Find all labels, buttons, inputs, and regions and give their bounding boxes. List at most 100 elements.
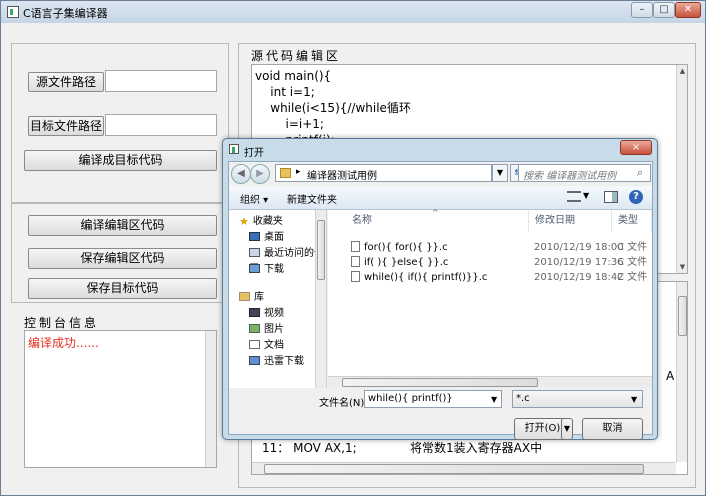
file-row[interactable]: if( ){ }else{ }}.c 2010/12/19 17:36 C 文件 [328,255,652,270]
code-line: void main(){ [255,69,332,83]
file-type: C 文件 [617,272,648,283]
dialog-close-button[interactable]: × [620,140,652,155]
main-window: C语言子集编译器 – □ ✕ 源文件路径 目标文件路径 编译成目标代码 编译编辑… [0,0,706,496]
file-name: while(){ if(){ printf()}}.c [351,270,487,285]
cancel-button[interactable]: 取消 [582,418,643,440]
preview-pane-icon[interactable] [604,191,618,203]
output-vscrollbar[interactable] [676,282,687,462]
open-dropdown-icon[interactable]: ▼ [561,418,573,440]
minimize-button[interactable]: – [631,2,653,18]
dialog-toolbar: 组织 ▾ 新建文件夹 ▼ ? [229,186,652,210]
nav-libraries[interactable]: 库 [239,290,264,306]
nav-favorites[interactable]: ★ 收藏夹 [239,214,283,230]
address-bar[interactable]: ▸ 编译器测试用例 [275,164,492,182]
nav-videos[interactable]: 视频 [249,306,284,322]
c-file-icon [351,256,360,267]
source-path-input[interactable] [105,70,217,92]
output-partial-text: A [666,369,675,383]
filename-label: 文件名(N): [319,398,368,409]
dialog-icon [229,144,239,154]
output-hscroll-thumb[interactable] [264,464,644,474]
file-row[interactable]: for(){ for(){ }}.c 2010/12/19 18:00 C 文件 [328,240,652,255]
downloads-icon [249,264,260,273]
nav-scrollbar[interactable] [315,210,326,388]
address-path: 编译器测试用例 [307,171,377,182]
file-type-filter[interactable]: *.c ▼ [512,390,643,408]
file-list-hscroll-thumb[interactable] [342,378,538,387]
save-editor-button[interactable]: 保存编辑区代码 [28,248,217,269]
library-icon [239,292,250,301]
scroll-down-icon[interactable]: ▼ [677,261,687,273]
address-dropdown-icon[interactable]: ▼ [492,164,508,182]
console-title: 控制台信息 [24,316,100,330]
compile-target-button[interactable]: 编译成目标代码 [24,150,217,171]
star-icon: ★ [239,215,249,228]
search-placeholder: 搜索 编译器测试用例 [523,171,617,182]
compile-editor-button[interactable]: 编译编辑区代码 [28,215,217,236]
scroll-up-icon[interactable]: ▲ [677,65,687,77]
file-date: 2010/12/19 18:42 [534,272,624,283]
open-file-dialog: 打开 × ◀ ▶ ▸ 编译器测试用例 ▼ ⇆ 搜索 编译器测试用例 ⌕ 组织 ▾… [222,138,658,440]
thunder-download-icon [249,356,260,365]
dialog-title: 打开 [244,148,264,159]
file-type: C 文件 [617,242,648,253]
target-path-input[interactable] [105,114,217,136]
nav-desktop[interactable]: 桌面 [249,230,284,246]
back-button[interactable]: ◀ [231,164,251,184]
console-scrollbar[interactable] [205,331,216,467]
nav-scroll-thumb[interactable] [317,220,325,280]
save-target-button[interactable]: 保存目标代码 [28,278,217,299]
new-folder-button[interactable]: 新建文件夹 [287,191,337,206]
documents-icon [249,340,260,349]
nav-pictures[interactable]: 图片 [249,322,284,338]
forward-button[interactable]: ▶ [250,164,270,184]
nav-thunder-downloads[interactable]: 迅雷下载 [249,354,304,370]
file-name: for(){ for(){ }}.c [351,240,448,255]
target-path-button[interactable]: 目标文件路径 [28,116,104,136]
navigation-pane: ★收藏夹 桌面 最近访问的位置 下载 库 视频 图片 文档 迅雷下载 [229,210,327,388]
desktop-icon [249,232,260,241]
filename-input[interactable]: while(){ printf()} ▼ [364,390,502,408]
file-date: 2010/12/19 18:00 [534,242,624,253]
c-file-icon [351,241,360,252]
close-button[interactable]: ✕ [675,2,701,18]
app-icon [7,6,19,18]
file-list: 名称 ^ 修改日期 类型 for(){ for(){ }}.c 2010/12/… [328,208,652,388]
file-date: 2010/12/19 17:36 [534,257,624,268]
output-hscrollbar[interactable] [252,462,676,474]
help-icon[interactable]: ? [629,190,643,204]
search-icon[interactable]: ⌕ [637,166,643,180]
filename-dropdown-icon[interactable]: ▼ [491,392,497,408]
search-input[interactable]: 搜索 编译器测试用例 ⌕ [518,164,651,182]
code-line: int i=1; [255,85,315,99]
nav-downloads[interactable]: 下载 [249,262,284,278]
pictures-icon [249,324,260,333]
view-dropdown-icon[interactable]: ▼ [583,191,589,200]
c-file-icon [351,271,360,282]
column-type[interactable]: 类型 [612,210,652,232]
video-icon [249,308,260,317]
output-line: 11： MOV AX,1; 将常数1装入寄存器AX中 [262,441,543,455]
title-bar[interactable]: C语言子集编译器 – □ ✕ [1,1,705,23]
file-list-hscrollbar[interactable] [328,376,652,388]
file-type: C 文件 [617,257,648,268]
file-row[interactable]: while(){ if(){ printf()}}.c 2010/12/19 1… [328,270,652,285]
column-date[interactable]: 修改日期 [529,210,612,232]
file-name: if( ){ }else{ }}.c [351,255,448,270]
sort-arrow-icon: ^ [432,208,439,217]
organize-menu[interactable]: 组织 ▾ [240,191,268,206]
console-message: 编译成功...... [28,336,99,350]
dialog-body: ◀ ▶ ▸ 编译器测试用例 ▼ ⇆ 搜索 编译器测试用例 ⌕ 组织 ▾ 新建文件… [228,161,653,440]
source-path-button[interactable]: 源文件路径 [28,72,104,92]
editor-scrollbar[interactable]: ▲ ▼ [676,65,687,273]
view-options-icon[interactable] [567,191,581,202]
console-output: 编译成功...... [24,330,217,468]
filter-dropdown-icon[interactable]: ▼ [631,392,637,408]
dialog-title-bar[interactable]: 打开 × [223,139,657,161]
nav-documents[interactable]: 文档 [249,338,284,354]
folder-icon [280,168,291,178]
breadcrumb-arrow-icon: ▸ [296,167,301,177]
maximize-button[interactable]: □ [653,2,675,18]
output-vscroll-thumb[interactable] [678,296,687,336]
code-line: i=i+1; [255,117,324,131]
